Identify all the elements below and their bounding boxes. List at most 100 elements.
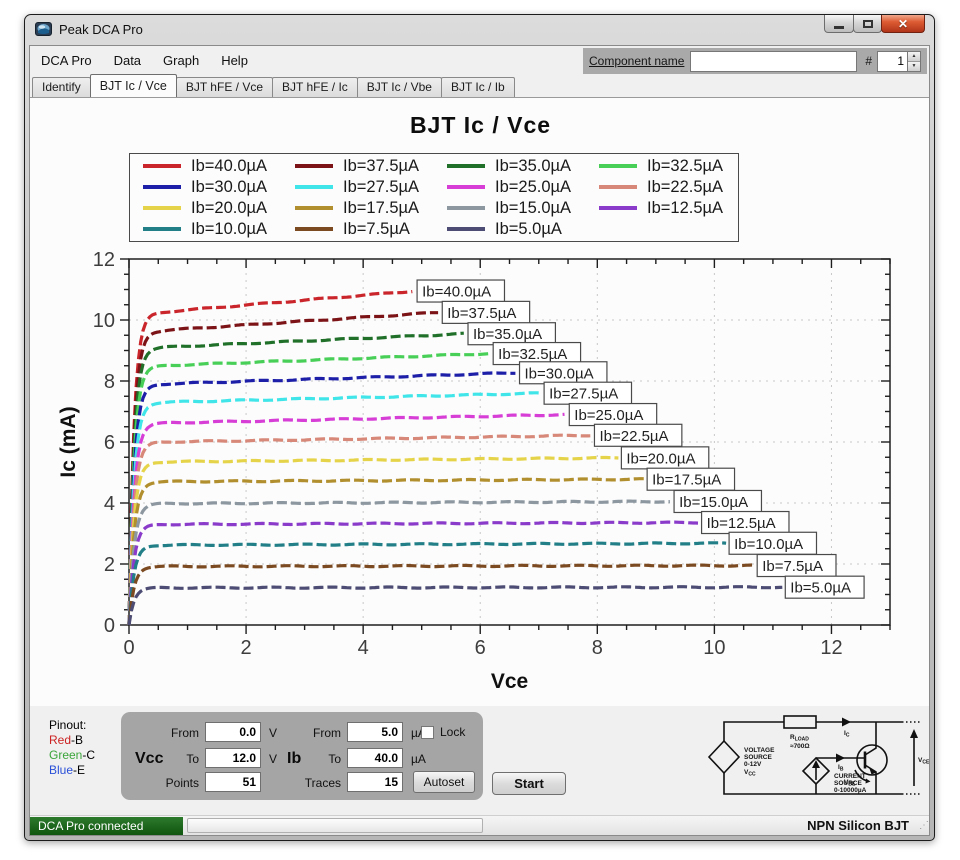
spinner-down-icon[interactable]: ▼ (908, 61, 920, 71)
tab-identify[interactable]: Identify (32, 77, 91, 97)
legend-label: Ib=15.0µA (495, 199, 571, 218)
current-source-label-3: 0-10000µA (834, 787, 867, 794)
pinout-block: Pinout: Red-BGreen-CBlue-E (49, 718, 95, 778)
ic-label: IC (844, 730, 850, 739)
x-axis-title: Vce (491, 670, 528, 693)
legend-item: Ib=20.0µA (130, 198, 282, 218)
resize-grip-icon[interactable]: ⋰ (919, 820, 928, 831)
component-number-input[interactable] (877, 51, 907, 72)
pinout-red: Red-B (49, 733, 95, 748)
menu-bar: DCA ProDataGraphHelp Component name # ▲ … (30, 46, 929, 75)
window-title: Peak DCA Pro (59, 22, 143, 37)
component-number-label: # (865, 54, 872, 68)
menu-help[interactable]: Help (210, 46, 259, 75)
ib-unit-label-2: µA (411, 752, 426, 766)
vcc-unit-label-2: V (269, 752, 277, 766)
curve-ib-7-5-a (129, 565, 754, 625)
menu-dca-pro[interactable]: DCA Pro (30, 46, 103, 75)
x-tick-label: 10 (703, 637, 725, 659)
traces-label: Traces (291, 776, 341, 790)
legend-item: Ib=5.0µA (434, 219, 586, 239)
component-name-input[interactable] (690, 51, 857, 72)
curve-ib-32-5-a (129, 354, 490, 625)
curve-label: Ib=17.5µA (652, 472, 721, 489)
legend-item: Ib=27.5µA (282, 177, 434, 197)
legend-swatch (447, 185, 485, 189)
tab-bjt-hfe-vce[interactable]: BJT hFE / Vce (176, 77, 273, 97)
ib-to-input[interactable] (347, 748, 403, 768)
chart-title: BJT Ic / Vce (30, 112, 930, 139)
x-tick-label: 0 (123, 637, 134, 659)
y-tick-label: 8 (104, 371, 115, 393)
curve-ib-12-5-a (129, 522, 698, 625)
tab-bjt-ic-vbe[interactable]: BJT Ic / Vbe (357, 77, 442, 97)
rload-label: RLOAD (790, 734, 809, 743)
start-button[interactable]: Start (492, 772, 566, 795)
points-input[interactable] (205, 772, 261, 792)
titlebar[interactable]: Peak DCA Pro ✕ (25, 15, 934, 45)
curve-label: Ib=37.5µA (447, 305, 516, 322)
curve-ib-27-5-a (129, 393, 541, 625)
legend-item: Ib=25.0µA (434, 177, 586, 197)
pinout-blue: Blue-E (49, 763, 95, 778)
pinout-pin-name: -E (73, 763, 85, 777)
tab-bar: IdentifyBJT Ic / VceBJT hFE / VceBJT hFE… (32, 75, 929, 97)
transistor-leads (865, 722, 876, 794)
maximize-button[interactable] (853, 15, 882, 33)
legend-item: Ib=30.0µA (130, 177, 282, 197)
legend-item: Ib=22.5µA (586, 177, 738, 197)
pinout-green: Green-C (49, 748, 95, 763)
legend-label: Ib=20.0µA (191, 199, 267, 218)
legend-swatch (143, 164, 181, 168)
legend-label: Ib=37.5µA (343, 157, 419, 176)
legend-swatch (447, 206, 485, 210)
vcc-to-input[interactable] (205, 748, 261, 768)
menu-graph[interactable]: Graph (152, 46, 210, 75)
lock-checkbox[interactable] (421, 726, 434, 739)
tab-bjt-ic-vce[interactable]: BJT Ic / Vce (90, 74, 177, 97)
legend-item: Ib=35.0µA (434, 156, 586, 176)
curve-label: Ib=30.0µA (525, 365, 594, 382)
ib-to-label: To (311, 752, 341, 766)
sweep-settings-panel: From V Vcc To V Points From µA Ib To µA … (121, 712, 483, 800)
voltage-source-label-1: VOLTAGE (744, 747, 775, 754)
legend-swatch (143, 206, 181, 210)
curve-ib-5-0-a (129, 587, 782, 625)
vcc-from-input[interactable] (205, 722, 261, 742)
current-source-label-1: CURRENT (834, 773, 866, 780)
legend-swatch (295, 185, 333, 189)
pinout-color-name: Blue (49, 763, 73, 777)
menu-data[interactable]: Data (103, 46, 152, 75)
progress-bar (187, 818, 483, 833)
minimize-button[interactable] (824, 15, 854, 33)
ib-from-input[interactable] (347, 722, 403, 742)
curve-label: Ib=5.0µA (790, 580, 851, 597)
vce-label: VCE (918, 757, 930, 766)
component-name-strip: Component name # ▲ ▼ (583, 48, 927, 74)
tab-bjt-hfe-ic[interactable]: BJT hFE / Ic (272, 77, 358, 97)
controls-area: Pinout: Red-BGreen-CBlue-E From V Vcc To… (30, 706, 930, 815)
y-tick-label: 0 (104, 615, 115, 637)
curve-label: Ib=32.5µA (498, 346, 567, 363)
legend-swatch (599, 206, 637, 210)
pinout-title: Pinout: (49, 718, 95, 733)
spinner-up-icon[interactable]: ▲ (908, 52, 920, 61)
close-button[interactable]: ✕ (881, 15, 925, 33)
legend-label: Ib=17.5µA (343, 199, 419, 218)
tab-bjt-ic-ib[interactable]: BJT Ic / Ib (441, 77, 515, 97)
close-icon: ✕ (898, 17, 908, 31)
points-label: Points (149, 776, 199, 790)
rload-value: ≈700Ω (790, 743, 810, 750)
legend-swatch (599, 164, 637, 168)
curve-label: Ib=10.0µA (734, 536, 803, 553)
voltage-source-label-3: 0-12V (744, 761, 762, 768)
y-tick-label: 6 (104, 432, 115, 454)
traces-input[interactable] (347, 772, 403, 792)
pinout-color-name: Green (49, 748, 82, 762)
curve-label: Ib=20.0µA (626, 450, 695, 467)
curve-ib-10-0-a (129, 543, 726, 625)
vcc-to-label: To (169, 752, 199, 766)
legend-item: Ib=15.0µA (434, 198, 586, 218)
autoset-button[interactable]: Autoset (413, 771, 475, 793)
vce-arrow-icon (910, 729, 918, 738)
